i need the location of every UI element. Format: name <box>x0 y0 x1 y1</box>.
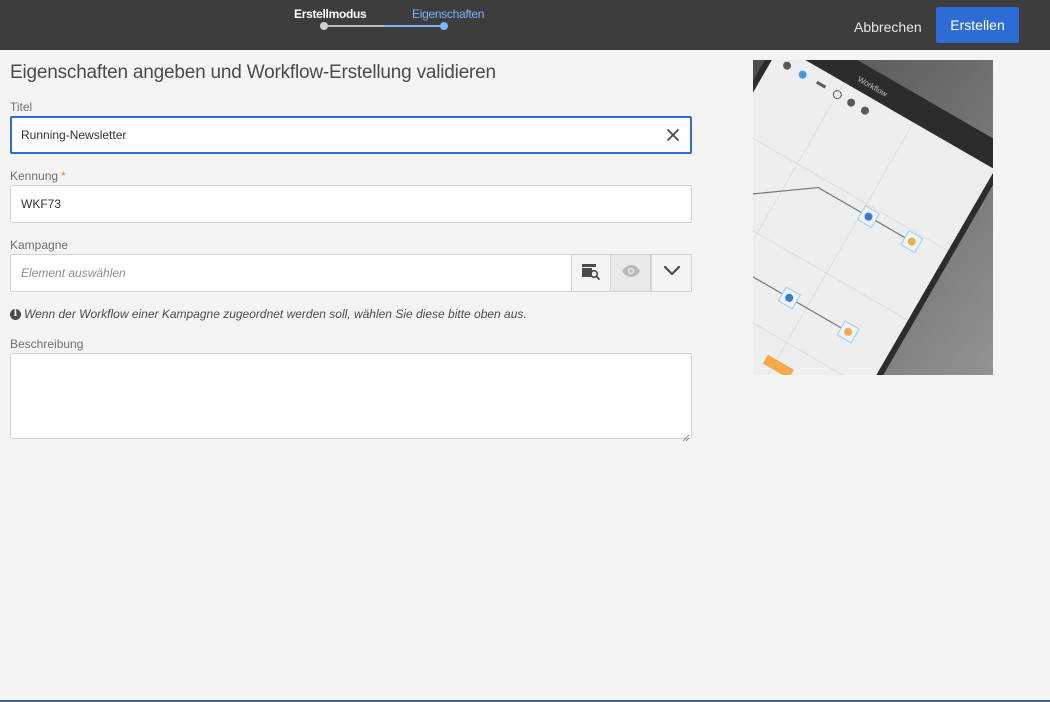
cancel-button[interactable]: Abbrechen <box>846 8 930 42</box>
campaign-hint: i Wenn der Workflow einer Kampagne zugeo… <box>10 307 527 321</box>
id-label-text: Kennung <box>10 169 59 183</box>
campaign-dropdown-button[interactable] <box>651 254 692 292</box>
step-connector <box>324 25 384 27</box>
stepper: Erstellmodus Eigenschaften <box>280 0 500 50</box>
required-marker: * <box>61 169 66 183</box>
create-button[interactable]: Erstellen <box>936 7 1019 43</box>
workflow-preview-image: Workflow <box>753 60 993 375</box>
folder-search-icon <box>581 262 601 285</box>
step-connector-active <box>384 25 444 27</box>
step-label-properties[interactable]: Eigenschaften <box>412 7 484 21</box>
preview-campaign-button[interactable] <box>611 254 651 292</box>
id-label: Kennung * <box>10 169 66 183</box>
campaign-hint-text: Wenn der Workflow einer Kampagne zugeord… <box>24 307 527 321</box>
close-icon[interactable] <box>664 126 682 144</box>
page-title: Eigenschaften angeben und Workflow-Erste… <box>10 62 496 83</box>
resize-handle[interactable] <box>682 429 690 442</box>
chevron-down-icon <box>663 264 681 282</box>
description-label: Beschreibung <box>10 337 84 351</box>
id-input[interactable]: WKF73 <box>10 185 692 223</box>
campaign-select[interactable]: Element auswählen <box>10 254 572 292</box>
description-textarea[interactable] <box>10 353 692 442</box>
campaign-label: Kampagne <box>10 238 69 252</box>
top-bar: Erstellmodus Eigenschaften Abbrechen Ers… <box>0 0 1050 50</box>
browse-campaign-button[interactable] <box>571 254 611 292</box>
step-dot-creation-mode[interactable] <box>320 22 328 30</box>
title-input[interactable]: Running-Newsletter <box>10 116 692 154</box>
eye-icon <box>621 264 641 283</box>
step-label-creation-mode[interactable]: Erstellmodus <box>294 7 367 21</box>
title-label: Titel <box>10 100 33 114</box>
info-icon: i <box>10 308 21 320</box>
step-dot-properties[interactable] <box>440 22 448 30</box>
